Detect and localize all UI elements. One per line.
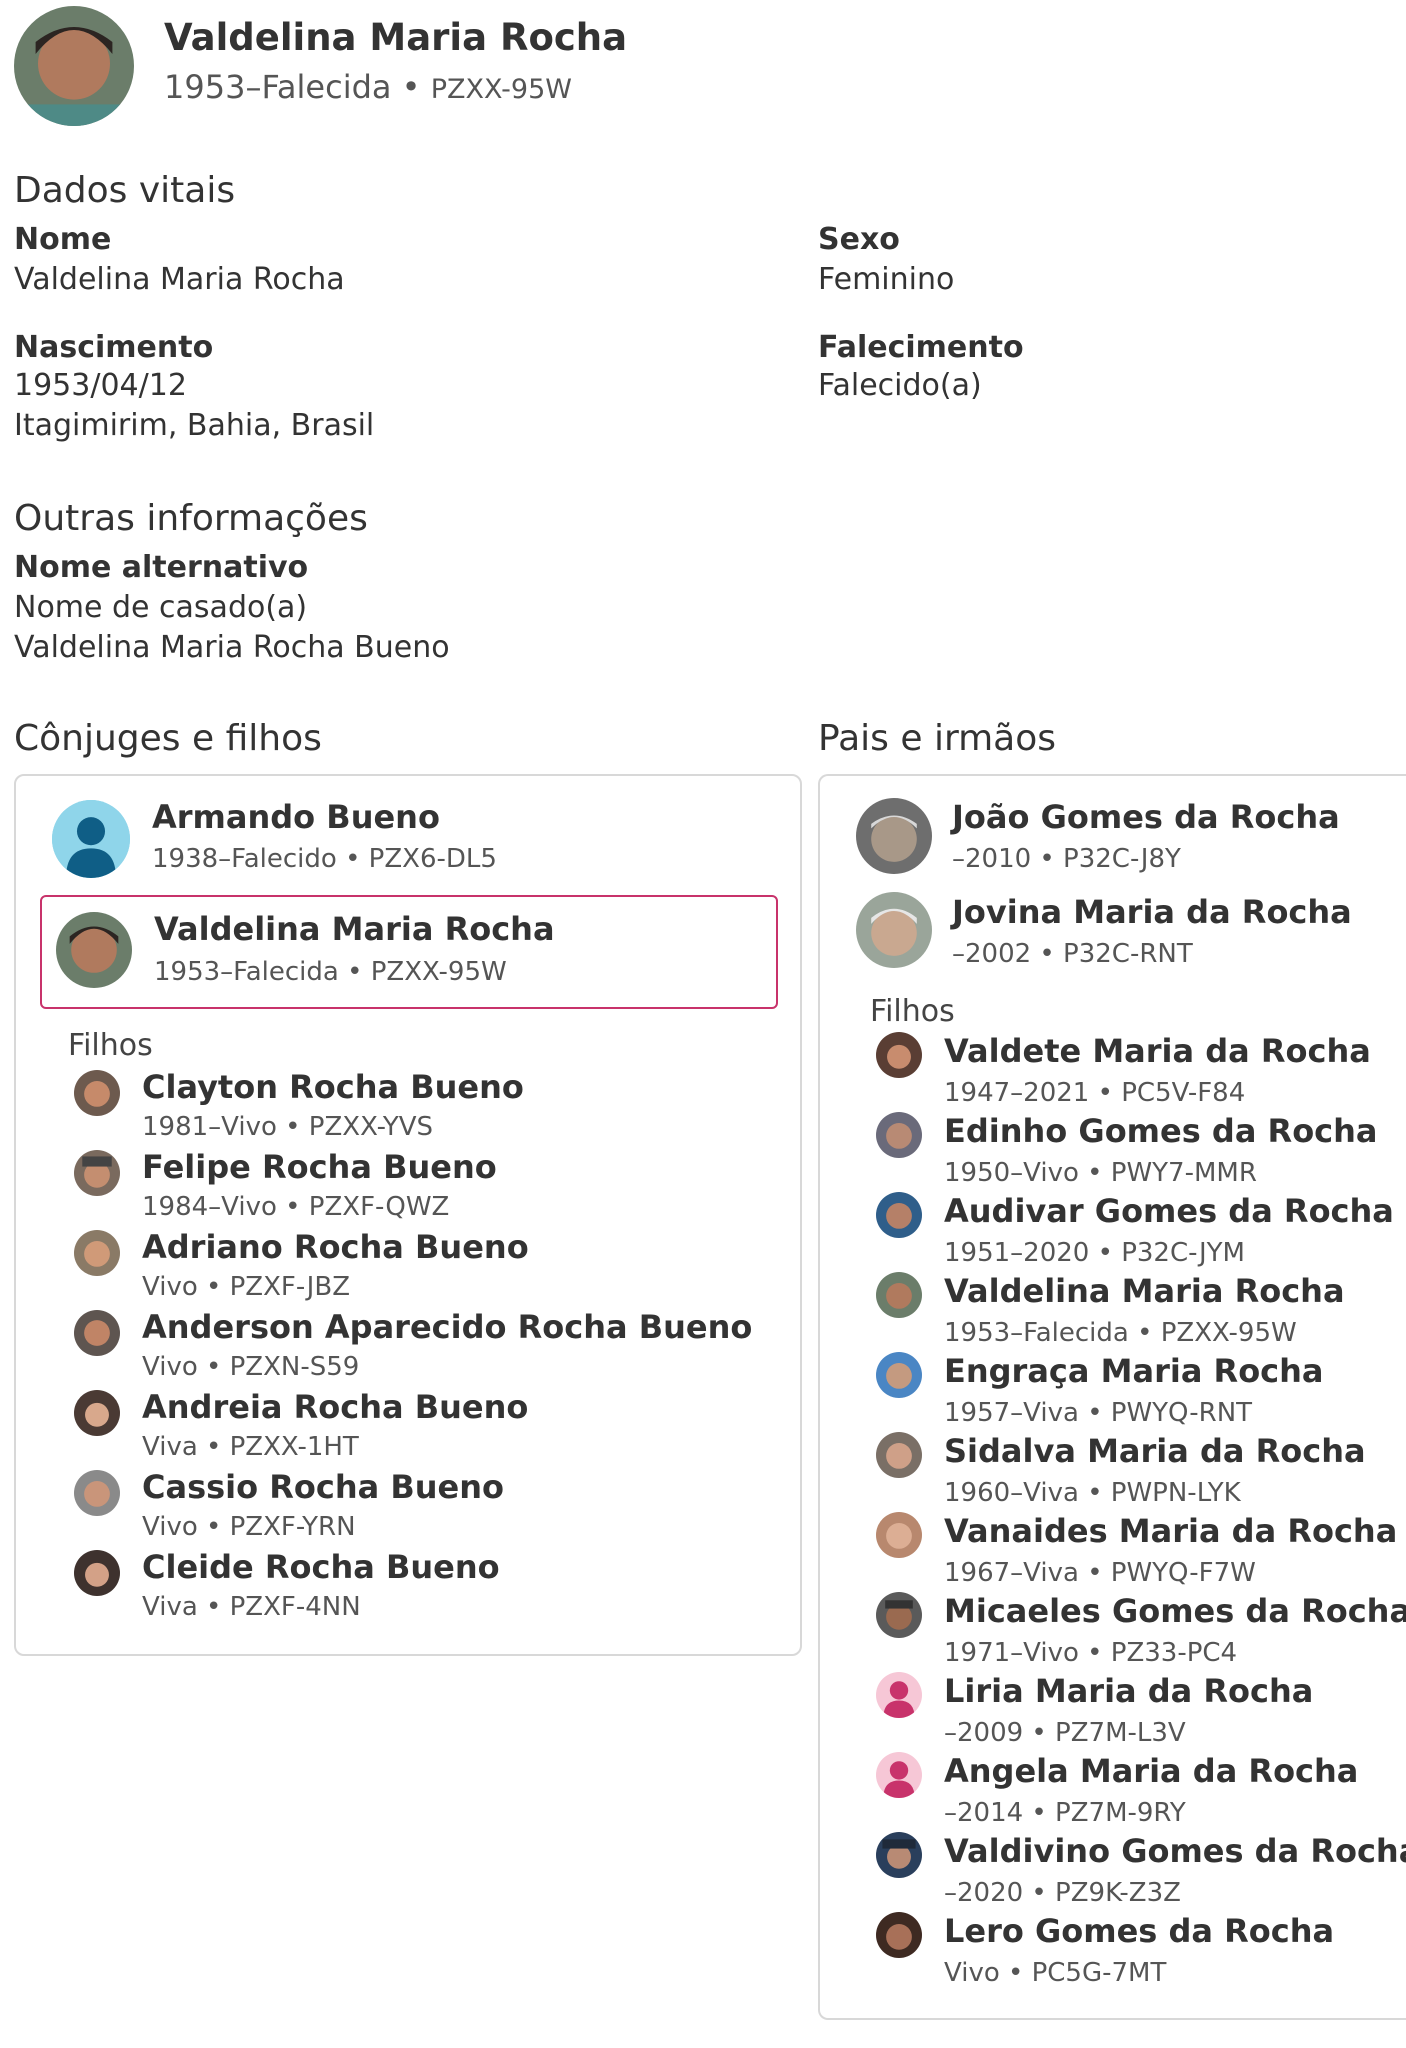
sibling-sub: Vivo • PC5G-7MT [944,1958,1167,1988]
child-sub: 1984–Vivo • PZXF-QWZ [142,1192,450,1222]
child-sub: Viva • PZXX-1HT [142,1432,359,1462]
name-value: Valdelina Maria Rocha [14,262,345,297]
birth-place: Itagimirim, Bahia, Brasil [14,408,375,443]
name-label: Nome [14,222,112,257]
profile-pid[interactable]: PZXX-95W [431,74,572,105]
child-avatar[interactable] [74,1470,120,1516]
child-avatar[interactable] [74,1150,120,1196]
vital-section-title: Dados vitais [14,170,236,211]
child-name[interactable]: Adriano Rocha Bueno [142,1228,529,1266]
spouses-section-title: Cônjuges e filhos [14,718,322,759]
child-avatar[interactable] [74,1070,120,1116]
sibling-sub: 1960–Viva • PWPN-LYK [944,1478,1241,1508]
sibling-sub: –2009 • PZ7M-L3V [944,1718,1186,1748]
sibling-name[interactable]: Angela Maria da Rocha [944,1752,1358,1790]
mother-sub: –2002 • P32C-RNT [952,939,1193,969]
parents-section-title: Pais e irmãos [818,718,1057,759]
sibling-name[interactable]: Lero Gomes da Rocha [944,1912,1334,1950]
child-name[interactable]: Clayton Rocha Bueno [142,1068,524,1106]
sibling-name[interactable]: Engraça Maria Rocha [944,1352,1324,1390]
sibling-avatar[interactable] [876,1432,922,1478]
sibling-children-label: Filhos [870,994,955,1029]
sibling-name[interactable]: Edinho Gomes da Rocha [944,1112,1378,1150]
sex-label: Sexo [818,222,900,257]
child-name[interactable]: Cassio Rocha Bueno [142,1468,504,1506]
other-section-title: Outras informações [14,498,368,539]
alt-name-value: Valdelina Maria Rocha Bueno [14,630,450,665]
sibling-name[interactable]: Vanaides Maria da Rocha [944,1512,1397,1550]
sibling-avatar[interactable] [876,1832,922,1878]
mother-avatar[interactable] [856,892,932,968]
sibling-name[interactable]: Sidalva Maria da Rocha [944,1432,1366,1470]
mother-name[interactable]: Jovina Maria da Rocha [952,893,1352,931]
alt-name-label: Nome alternativo [14,550,309,585]
sibling-avatar[interactable] [876,1112,922,1158]
female-placeholder-icon[interactable] [876,1752,922,1798]
child-sub: Vivo • PZXF-YRN [142,1512,356,1542]
death-label: Falecimento [818,330,1024,365]
sibling-sub: 1957–Viva • PWYQ-RNT [944,1398,1253,1428]
sibling-sub: 1950–Vivo • PWY7-MMR [944,1158,1257,1188]
birth-date: 1953/04/12 [14,368,187,403]
sibling-name[interactable]: Audivar Gomes da Rocha [944,1192,1394,1230]
death-value: Falecido(a) [818,368,982,403]
sibling-name[interactable]: Micaeles Gomes da Rocha [944,1592,1406,1630]
sibling-avatar[interactable] [876,1352,922,1398]
child-sub: 1981–Vivo • PZXX-YVS [142,1112,434,1142]
sibling-sub: 1971–Vivo • PZ33-PC4 [944,1638,1238,1668]
sibling-name[interactable]: Liria Maria da Rocha [944,1672,1313,1710]
child-name[interactable]: Felipe Rocha Bueno [142,1148,497,1186]
child-name[interactable]: Andreia Rocha Bueno [142,1388,528,1426]
child-sub: Viva • PZXF-4NN [142,1592,361,1622]
sibling-avatar[interactable] [876,1912,922,1958]
profile-lifespan: 1953–Falecida • PZXX-95W [164,68,572,106]
alt-name-type: Nome de casado(a) [14,590,308,625]
child-sub: Vivo • PZXN-S59 [142,1352,360,1382]
child-avatar[interactable] [74,1310,120,1356]
child-name[interactable]: Cleide Rocha Bueno [142,1548,500,1586]
father-name[interactable]: João Gomes da Rocha [952,798,1340,836]
sibling-avatar[interactable] [876,1592,922,1638]
female-placeholder-icon[interactable] [876,1672,922,1718]
birth-label: Nascimento [14,330,214,365]
sibling-name[interactable]: Valdelina Maria Rocha [944,1272,1345,1310]
spouse-avatar[interactable] [52,800,130,878]
father-sub: –2010 • P32C-J8Y [952,844,1181,874]
spouse-sub: 1938–Falecido • PZX6-DL5 [152,844,497,874]
child-avatar[interactable] [74,1390,120,1436]
sibling-avatar[interactable] [876,1192,922,1238]
sibling-sub: 1953–Falecida • PZXX-95W [944,1318,1297,1348]
sibling-avatar[interactable] [876,1032,922,1078]
sibling-sub: –2020 • PZ9K-Z3Z [944,1878,1181,1908]
sibling-avatar[interactable] [876,1272,922,1318]
sibling-sub: 1967–Viva • PWYQ-F7W [944,1558,1256,1588]
self-avatar[interactable] [56,912,132,988]
child-name[interactable]: Anderson Aparecido Rocha Bueno [142,1308,752,1346]
sibling-name[interactable]: Valdivino Gomes da Rocha [944,1832,1406,1870]
child-sub: Vivo • PZXF-JBZ [142,1272,350,1302]
sibling-sub: 1951–2020 • P32C-JYM [944,1238,1245,1268]
child-avatar[interactable] [74,1230,120,1276]
profile-name: Valdelina Maria Rocha [164,16,628,59]
sibling-sub: 1947–2021 • PC5V-F84 [944,1078,1246,1108]
sibling-sub: –2014 • PZ7M-9RY [944,1798,1186,1828]
sex-value: Feminino [818,262,955,297]
self-sub: 1953–Falecida • PZXX-95W [154,957,507,987]
sibling-name[interactable]: Valdete Maria da Rocha [944,1032,1371,1070]
spouse-name[interactable]: Armando Bueno [152,798,440,836]
spouse-children-label: Filhos [68,1028,153,1063]
father-avatar[interactable] [856,798,932,874]
sibling-avatar[interactable] [876,1512,922,1558]
profile-photo[interactable] [14,6,134,126]
self-name[interactable]: Valdelina Maria Rocha [154,910,555,948]
child-avatar[interactable] [74,1550,120,1596]
